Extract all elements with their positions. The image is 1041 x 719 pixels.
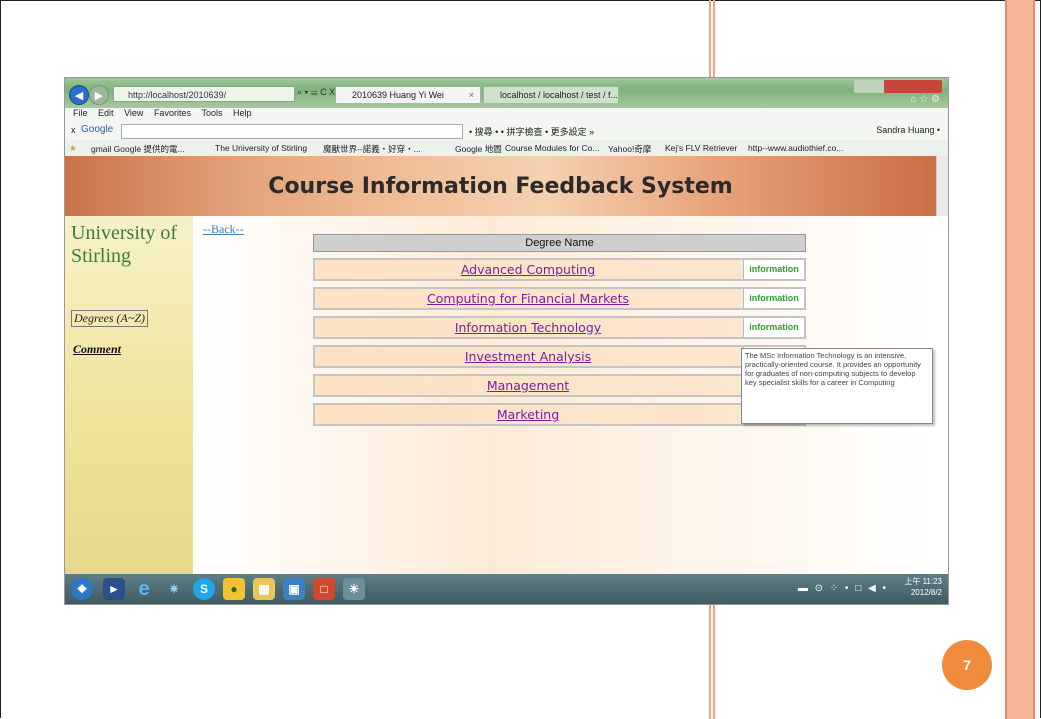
tab-localhost[interactable]: localhost / localhost / test / f... (483, 86, 619, 103)
browser-screenshot: ◀ ▶ http://localhost/2010639/ ⌕ ▾ ☰ C X … (65, 78, 948, 604)
favorite-link[interactable]: Google 地圖 (455, 143, 502, 155)
table-row: Computing for Financial Markets informat… (313, 287, 806, 310)
address-bar[interactable]: http://localhost/2010639/ (113, 86, 295, 102)
comment-link[interactable]: Comment (73, 342, 121, 357)
table-header: Degree Name (313, 234, 806, 252)
home-favorites-tools-icon[interactable]: ⌂ ☆ ⚙ (910, 94, 940, 105)
vertical-scrollbar[interactable] (936, 156, 948, 216)
degree-link[interactable]: Information Technology (315, 318, 741, 337)
table-row: Management information (313, 374, 806, 397)
close-window-button[interactable] (884, 80, 942, 93)
menu-file[interactable]: File (73, 108, 88, 118)
system-tray-icons[interactable]: ▬ ⊙ ⁘ • □ ◀ • (798, 583, 888, 594)
table-row: Information Technology information (313, 316, 806, 339)
clock-date: 2012/8/2 (910, 588, 942, 597)
menu-bar: File Edit View Favorites Tools Help (65, 108, 948, 122)
menu-favorites[interactable]: Favorites (154, 108, 191, 118)
site-banner: Course Information Feedback System (65, 156, 936, 216)
information-tooltip: The MSc Information Technology is an int… (741, 348, 933, 424)
tab-label: localhost / localhost / test / f... (500, 90, 619, 100)
google-search-input[interactable] (121, 124, 463, 139)
favorite-link[interactable]: Course Modules for Co... (505, 143, 599, 153)
slide-side-bar (1005, 0, 1035, 719)
degree-link[interactable]: Management (315, 376, 741, 395)
favorite-link[interactable]: 魔獸世界--諾義・好穿・... (323, 143, 421, 155)
windows-taskbar: ❖ ► e ✷ S ● ▦ ▣ □ ☀ ▬ ⊙ ⁘ • □ ◀ • 上午 11:… (65, 574, 948, 604)
gadget-icon[interactable]: ☀ (343, 578, 365, 600)
favorite-link[interactable]: Kej's FLV Retriever (665, 143, 737, 153)
presentation-icon[interactable]: □ (313, 578, 335, 600)
close-icon[interactable]: × (469, 87, 474, 103)
browser-icon[interactable]: ● (223, 578, 245, 600)
menu-tools[interactable]: Tools (201, 108, 222, 118)
toolbar-close-icon[interactable]: x (71, 125, 76, 135)
browser-titlebar: ◀ ▶ http://localhost/2010639/ ⌕ ▾ ☰ C X … (65, 78, 948, 108)
tab-label: 2010639 Huang Yi Wei (352, 90, 444, 100)
degree-link[interactable]: Computing for Financial Markets (315, 289, 741, 308)
media-player-icon[interactable]: ► (103, 578, 125, 600)
google-toolbar-buttons[interactable]: • 搜尋 • • 拼字檢查 • 更多設定 » (469, 125, 594, 138)
degree-link[interactable]: Marketing (315, 405, 741, 424)
information-link[interactable]: information (743, 289, 804, 308)
clock-time: 上午 11:23 (904, 577, 942, 586)
web-page: Course Information Feedback System Unive… (65, 156, 948, 574)
forward-arrow-icon[interactable]: ▶ (89, 85, 109, 105)
menu-edit[interactable]: Edit (98, 108, 114, 118)
package-icon[interactable]: ▣ (283, 578, 305, 600)
menu-view[interactable]: View (124, 108, 143, 118)
information-link[interactable]: information (743, 260, 804, 279)
skype-icon[interactable]: S (193, 578, 215, 600)
table-row: Advanced Computing information (313, 258, 806, 281)
favorites-bar: ★ gmail Google 提供的電... The University of… (65, 140, 948, 157)
table-row: Marketing information (313, 403, 806, 426)
degrees-link[interactable]: Degrees (A~Z) (71, 310, 149, 327)
back-arrow-icon[interactable]: ◀ (69, 85, 89, 105)
folder-icon[interactable]: ▦ (253, 578, 275, 600)
page-number-badge: 7 (942, 640, 992, 690)
start-orb-icon[interactable]: ❖ (71, 578, 93, 600)
network-icon[interactable]: ✷ (163, 578, 185, 600)
tab-2010639[interactable]: 2010639 Huang Yi Wei × (335, 86, 481, 103)
google-logo: Google (81, 124, 114, 135)
user-account-menu[interactable]: Sandra Huang • (876, 125, 940, 135)
internet-explorer-icon[interactable]: e (133, 578, 155, 600)
table-row: Investment Analysis information (313, 345, 806, 368)
minimize-maximize-buttons[interactable] (854, 80, 884, 93)
favorite-link[interactable]: The University of Stirling (215, 143, 307, 153)
back-link[interactable]: --Back-- (203, 222, 244, 237)
address-bar-tools[interactable]: ⌕ ▾ ☰ C X (297, 87, 335, 98)
google-toolbar: x Google • 搜尋 • • 拼字檢查 • 更多設定 » Sandra H… (65, 122, 948, 140)
degree-table: Degree Name Advanced Computing informati… (313, 234, 806, 426)
favorite-link[interactable]: http--www.audiothief.co... (748, 143, 843, 153)
degree-link[interactable]: Investment Analysis (315, 347, 741, 366)
information-link[interactable]: information (743, 318, 804, 337)
favorite-link[interactable]: Yahoo!奇摩 (608, 143, 651, 155)
clock[interactable]: 上午 11:23 2012/8/2 (904, 576, 942, 598)
university-name: University of Stirling (71, 222, 178, 267)
degree-link[interactable]: Advanced Computing (315, 260, 741, 279)
favorite-link[interactable]: gmail Google 提供的電... (91, 143, 185, 155)
menu-help[interactable]: Help (233, 108, 252, 118)
star-icon[interactable]: ★ (69, 143, 77, 154)
site-title: Course Information Feedback System (268, 174, 733, 199)
left-navigation: University of Stirling Degrees (A~Z) Com… (65, 216, 193, 574)
